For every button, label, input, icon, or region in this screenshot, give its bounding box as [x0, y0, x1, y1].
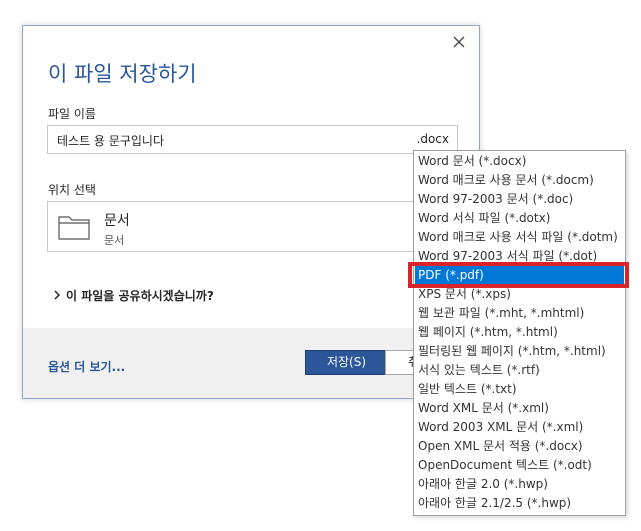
- file-type-option[interactable]: 일반 텍스트 (*.txt): [415, 380, 624, 399]
- chevron-right-icon: [52, 289, 66, 303]
- file-type-option[interactable]: 아래아 한글 2.1/2.5 (*.hwp): [415, 494, 624, 513]
- save-button[interactable]: 저장(S): [305, 350, 388, 375]
- file-type-option[interactable]: 서식 있는 텍스트 (*.rtf): [415, 361, 624, 380]
- file-type-option[interactable]: Word 97-2003 서식 파일 (*.dot): [415, 247, 624, 266]
- file-type-option[interactable]: XPS 문서 (*.xps): [415, 285, 624, 304]
- file-type-option[interactable]: Open XML 문서 적용 (*.docx): [415, 437, 624, 456]
- more-options-link[interactable]: 옵션 더 보기...: [48, 358, 125, 375]
- file-type-dropdown[interactable]: Word 문서 (*.docx) Word 매크로 사용 문서 (*.docm)…: [413, 150, 626, 516]
- filename-value[interactable]: 테스트 용 문구입니다: [57, 132, 164, 149]
- location-path: 문서: [104, 234, 125, 247]
- file-extension[interactable]: .docx: [417, 132, 449, 146]
- file-type-option[interactable]: Word 문서 (*.docx): [415, 152, 624, 171]
- file-type-option[interactable]: Word 서식 파일 (*.dotx): [415, 209, 624, 228]
- dialog-title: 이 파일 저장하기: [48, 62, 197, 86]
- file-type-option[interactable]: Word 매크로 사용 서식 파일 (*.dotm): [415, 228, 624, 247]
- share-text: 이 파일을 공유하시겠습니까?: [66, 289, 214, 303]
- file-type-option-selected[interactable]: PDF (*.pdf): [415, 266, 624, 285]
- share-toggle[interactable]: 이 파일을 공유하시겠습니까?: [52, 287, 214, 304]
- filename-label: 파일 이름: [48, 107, 96, 121]
- save-dialog: 이 파일 저장하기 파일 이름 테스트 용 문구입니다 .docx 위치 선택 …: [22, 25, 480, 399]
- file-type-option[interactable]: Word XML 문서 (*.xml): [415, 399, 624, 418]
- dialog-footer: 옵션 더 보기... 저장(S) 취: [23, 328, 479, 398]
- file-type-option[interactable]: 웹 페이지 (*.htm, *.html): [415, 323, 624, 342]
- file-type-option[interactable]: Word 97-2003 문서 (*.doc): [415, 190, 624, 209]
- folder-icon: [58, 216, 90, 240]
- file-type-option[interactable]: 웹 보관 파일 (*.mht, *.mhtml): [415, 304, 624, 323]
- file-type-option[interactable]: OpenDocument 텍스트 (*.odt): [415, 456, 624, 475]
- location-label: 위치 선택: [48, 183, 96, 197]
- file-type-option[interactable]: 필터링된 웹 페이지 (*.htm, *.html): [415, 342, 624, 361]
- file-type-option[interactable]: Word 2003 XML 문서 (*.xml): [415, 418, 624, 437]
- close-button[interactable]: [450, 33, 468, 51]
- file-type-option[interactable]: 아래아 한글 2.0 (*.hwp): [415, 475, 624, 494]
- location-name: 문서: [104, 213, 130, 229]
- filename-field[interactable]: 테스트 용 문구입니다 .docx: [47, 125, 458, 154]
- close-icon: [453, 36, 465, 48]
- file-type-option[interactable]: Word 매크로 사용 문서 (*.docm): [415, 171, 624, 190]
